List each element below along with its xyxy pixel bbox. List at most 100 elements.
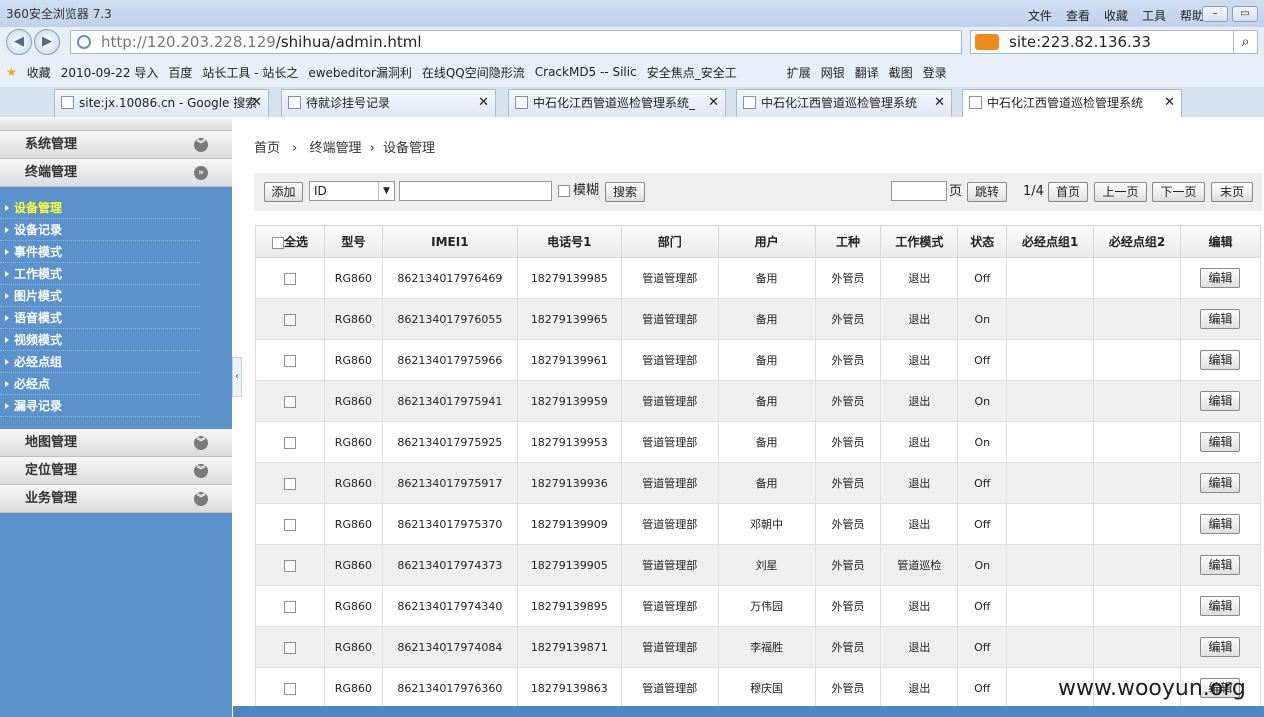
page-number-input[interactable]	[891, 181, 947, 201]
sidebar-section-business[interactable]: 业务管理 ︾	[0, 485, 232, 513]
menu-file[interactable]: 文件	[1028, 7, 1052, 24]
edit-button[interactable]: 编辑	[1200, 391, 1241, 411]
sidebar-item-video-mode[interactable]: 视频模式	[0, 329, 200, 351]
search-engine-icon[interactable]	[975, 34, 999, 50]
browser-tab-system-active[interactable]: 中石化江西管道巡检管理系统 ✕	[962, 89, 1182, 117]
browser-tab-google[interactable]: site:jx.10086.cn - Google 搜索 ✕	[54, 89, 269, 117]
bookmark-favorites[interactable]: 收藏	[27, 64, 51, 81]
fuzzy-checkbox[interactable]	[558, 185, 570, 197]
sidebar-item-work-mode[interactable]: 工作模式	[0, 263, 200, 285]
select-all-header[interactable]: 全选	[255, 225, 325, 258]
edit-button[interactable]: 编辑	[1200, 309, 1241, 329]
page-suffix: 页	[949, 184, 963, 199]
row-checkbox[interactable]	[283, 395, 296, 408]
select-all-checkbox[interactable]	[271, 236, 284, 249]
bookmark-ewebeditor[interactable]: ewebeditor漏洞利	[308, 64, 412, 81]
window-controls: – ▭	[1202, 6, 1258, 22]
sidebar-item-missed-records[interactable]: 漏寻记录	[0, 395, 200, 417]
menu-view[interactable]: 查看	[1066, 7, 1090, 24]
menu-tools[interactable]: 工具	[1142, 7, 1166, 24]
row-checkbox[interactable]	[283, 518, 296, 531]
prev-page-button[interactable]: 上一页	[1094, 182, 1147, 202]
menu-help[interactable]: 帮助	[1180, 7, 1204, 24]
field-select[interactable]: ID ▼	[309, 181, 395, 201]
url-field[interactable]: http://120.203.228.129/shihua/admin.html	[70, 30, 962, 54]
breadcrumb-home[interactable]: 首页	[254, 141, 280, 156]
close-icon[interactable]: ✕	[708, 90, 719, 116]
bookmark-crackmd5[interactable]: CrackMD5 -- Silic	[535, 65, 637, 79]
browser-tab-system-1[interactable]: 中石化江西管道巡检管理系统_ ✕	[508, 89, 726, 117]
bookmark-baidu[interactable]: 百度	[168, 64, 192, 81]
close-icon[interactable]: ✕	[934, 90, 945, 116]
sidebar-item-device-records[interactable]: 设备记录	[0, 219, 200, 241]
row-checkbox[interactable]	[283, 682, 296, 695]
row-checkbox[interactable]	[283, 272, 296, 285]
browser-tab-clinic[interactable]: 待就诊挂号记录 ✕	[281, 89, 496, 117]
sidebar-section-terminal[interactable]: 终端管理 »	[0, 159, 232, 187]
minimize-button[interactable]: –	[1202, 6, 1228, 22]
row-checkbox[interactable]	[283, 477, 296, 490]
job-type-cell: 外管员	[814, 257, 882, 299]
search-icon[interactable]: ⌕	[1233, 31, 1257, 53]
row-checkbox[interactable]	[283, 559, 296, 572]
edit-button[interactable]: 编辑	[1200, 350, 1241, 370]
model-cell: RG860	[323, 339, 383, 381]
model-cell: RG860	[323, 626, 383, 668]
bookmark-login[interactable]: 登录	[923, 64, 947, 81]
bookmark-qq[interactable]: 在线QQ空间隐形流	[422, 64, 525, 81]
jump-button[interactable]: 跳转	[967, 182, 1007, 202]
last-page-button[interactable]: 末页	[1211, 182, 1253, 202]
edit-button[interactable]: 编辑	[1200, 514, 1241, 534]
bookmark-chinaz[interactable]: 站长工具 - 站长之	[202, 64, 298, 81]
row-checkbox[interactable]	[283, 313, 296, 326]
close-icon[interactable]: ✕	[1164, 90, 1175, 116]
sidebar-item-checkpoint[interactable]: 必经点	[0, 373, 200, 395]
sidebar-section-map[interactable]: 地图管理 ︾	[0, 429, 232, 457]
edit-cell: 编辑	[1179, 462, 1262, 504]
edit-button[interactable]: 编辑	[1200, 473, 1241, 493]
edit-button[interactable]: 编辑	[1200, 555, 1241, 575]
edit-button[interactable]: 编辑	[1200, 268, 1241, 288]
sidebar-section-location[interactable]: 定位管理 ︾	[0, 457, 232, 485]
edit-button[interactable]: 编辑	[1200, 596, 1241, 616]
checkpoint-group2-cell	[1093, 585, 1181, 627]
sidebar-toggle[interactable]: ‹	[232, 357, 242, 397]
bookmark-translate[interactable]: 翻译	[855, 64, 879, 81]
browser-tab-system-2[interactable]: 中石化江西管道巡检管理系统 ✕	[736, 89, 952, 117]
next-page-button[interactable]: 下一页	[1152, 182, 1205, 202]
bookmark-extensions[interactable]: 扩展	[787, 64, 811, 81]
close-icon[interactable]: ✕	[478, 90, 489, 116]
sidebar-section-system[interactable]: 系统管理 ︾	[0, 131, 232, 159]
forward-button[interactable]: ▶	[34, 29, 60, 55]
edit-button[interactable]: 编辑	[1200, 432, 1241, 452]
bookmark-xfocus[interactable]: 安全焦点_安全工	[647, 64, 737, 81]
sidebar-item-device-management[interactable]: 设备管理	[0, 197, 200, 219]
row-checkbox[interactable]	[283, 600, 296, 613]
row-checkbox[interactable]	[283, 436, 296, 449]
sidebar-item-image-mode[interactable]: 图片模式	[0, 285, 200, 307]
bookmark-bank[interactable]: 网银	[821, 64, 845, 81]
edit-button[interactable]: 编辑	[1200, 637, 1241, 657]
page-info: 1/4	[1023, 184, 1044, 199]
chevron-down-icon: ︾	[194, 138, 208, 152]
bookmark-screenshot[interactable]: 截图	[889, 64, 913, 81]
bookmark-import[interactable]: 2010-09-22 导入	[61, 64, 159, 81]
sidebar-item-checkpoint-group[interactable]: 必经点组	[0, 351, 200, 373]
row-checkbox[interactable]	[283, 354, 296, 367]
search-button[interactable]: 搜索	[605, 182, 645, 202]
keyword-input[interactable]	[399, 181, 552, 201]
imei-cell: 862134017975966	[381, 339, 518, 381]
model-cell: RG860	[323, 503, 383, 545]
maximize-button[interactable]: ▭	[1232, 6, 1258, 22]
sidebar-item-event-mode[interactable]: 事件模式	[0, 241, 200, 263]
close-icon[interactable]: ✕	[251, 90, 262, 116]
menu-favorites[interactable]: 收藏	[1104, 7, 1128, 24]
sidebar-item-voice-mode[interactable]: 语音模式	[0, 307, 200, 329]
search-box[interactable]: site:223.82.136.33 ⌕	[970, 30, 1258, 54]
add-button[interactable]: 添加	[264, 182, 303, 202]
breadcrumb-level1[interactable]: 终端管理	[310, 141, 362, 156]
first-page-button[interactable]: 首页	[1048, 182, 1088, 202]
row-checkbox[interactable]	[283, 641, 296, 654]
back-button[interactable]: ◀	[6, 29, 32, 55]
chevron-right-icon: »	[194, 166, 208, 180]
